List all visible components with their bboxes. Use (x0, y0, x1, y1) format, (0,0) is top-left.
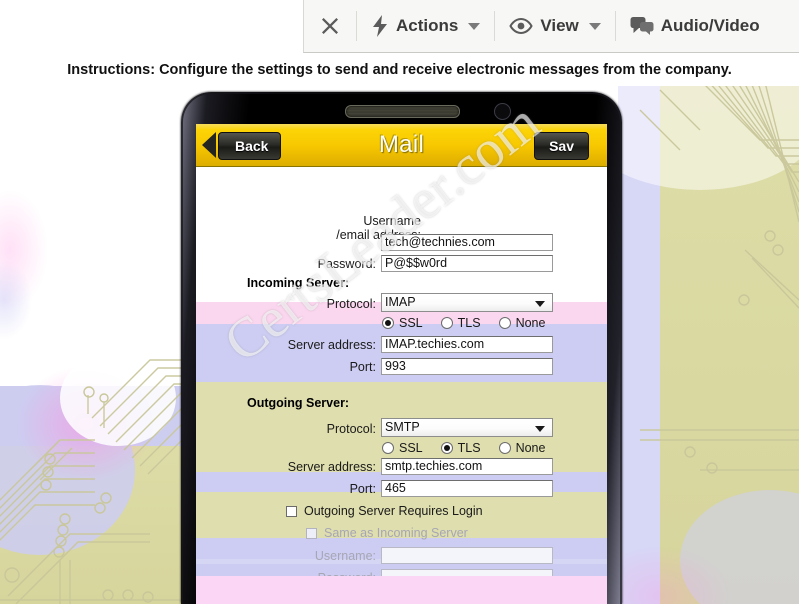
username-label-line1: Username (363, 214, 421, 228)
checkbox-icon (286, 505, 297, 517)
radio-dot-icon (498, 442, 511, 454)
radio-dot-icon (440, 442, 453, 454)
eye-icon (509, 17, 533, 35)
phone-screen: Back Mail Sav Username /email address: t… (196, 124, 607, 604)
incoming-protocol-label: Protocol: (326, 297, 376, 311)
outgoing-server-heading: Outgoing Server: (247, 396, 350, 410)
save-button[interactable]: Sav (534, 132, 589, 160)
outgoing-security-none-label: None (515, 441, 546, 455)
audio-video-label: Audio/Video (660, 16, 760, 35)
radio-dot-icon (440, 317, 453, 329)
incoming-security-tls-label: TLS (457, 316, 481, 330)
incoming-server-address-label: Server address: (287, 338, 376, 352)
outgoing-requires-login-label: Outgoing Server Requires Login (304, 504, 483, 518)
front-camera-icon (494, 103, 511, 120)
view-menu-button[interactable]: View (495, 0, 614, 52)
incoming-port-label: Port: (349, 360, 376, 374)
floating-toolbar[interactable]: Actions View Audio/Video (303, 0, 799, 53)
chevron-down-icon (535, 301, 545, 307)
save-button-label: Sav (549, 138, 574, 154)
username-input[interactable]: tech@technies.com (381, 234, 553, 251)
outgoing-port-input[interactable]: 465 (381, 480, 553, 497)
outgoing-protocol-value: SMTP (385, 420, 420, 434)
audio-video-button[interactable]: Audio/Video (616, 0, 774, 52)
incoming-security-ssl[interactable]: SSL (382, 316, 423, 330)
outgoing-protocol-select[interactable]: SMTP (381, 418, 553, 437)
outgoing-security-ssl-label: SSL (399, 441, 423, 455)
incoming-server-heading: Incoming Server: (247, 276, 350, 290)
phone-title-bar: Back Mail Sav (196, 124, 607, 167)
outgoing-security-ssl[interactable]: SSL (382, 441, 423, 455)
incoming-security-ssl-label: SSL (399, 316, 423, 330)
chat-bubbles-icon (630, 16, 654, 36)
earpiece-speaker-icon (345, 105, 460, 118)
radio-dot-icon (382, 442, 394, 454)
outgoing-server-address-input[interactable]: smtp.techies.com (381, 458, 553, 475)
phone-mockup: Back Mail Sav Username /email address: t… (181, 92, 622, 604)
radio-dot-icon (382, 317, 394, 329)
incoming-security-none[interactable]: None (498, 316, 546, 330)
checkbox-icon (306, 527, 317, 539)
same-as-incoming-checkbox[interactable]: Same as Incoming Server (306, 526, 468, 540)
outgoing-requires-login-checkbox[interactable]: Outgoing Server Requires Login (286, 504, 483, 518)
band-pink-bottom (196, 576, 607, 604)
radio-dot-icon (498, 317, 511, 329)
same-as-incoming-label: Same as Incoming Server (324, 526, 468, 540)
incoming-security-tls[interactable]: TLS (440, 316, 481, 330)
outgoing-server-address-label: Server address: (287, 460, 376, 474)
lightning-bolt-icon (371, 15, 389, 37)
outgoing-security-radio-group: SSL TLS None (382, 441, 563, 455)
incoming-protocol-value: IMAP (385, 295, 416, 309)
incoming-security-radio-group: SSL TLS None (382, 316, 563, 330)
instructions-text: Instructions: Configure the settings to … (67, 62, 732, 78)
incoming-security-none-label: None (515, 316, 546, 330)
password-label: Password: (317, 257, 376, 271)
actions-menu-button[interactable]: Actions (357, 0, 494, 52)
close-button[interactable] (304, 0, 356, 52)
incoming-protocol-select[interactable]: IMAP (381, 293, 553, 312)
incoming-port-input[interactable]: 993 (381, 358, 553, 375)
outgoing-security-tls-label: TLS (457, 441, 481, 455)
outgoing-port-label: Port: (349, 482, 376, 496)
chevron-down-icon (588, 22, 601, 30)
incoming-server-address-input[interactable]: IMAP.techies.com (381, 336, 553, 353)
actions-menu-label: Actions (396, 16, 459, 35)
auth-username-label: Username: (314, 549, 376, 563)
outgoing-protocol-label: Protocol: (326, 422, 376, 436)
outgoing-security-tls[interactable]: TLS (440, 441, 481, 455)
outgoing-security-none[interactable]: None (498, 441, 546, 455)
password-input[interactable]: P@$$w0rd (381, 255, 553, 272)
chevron-down-icon (468, 22, 481, 30)
auth-username-input[interactable] (381, 547, 553, 564)
view-menu-label: View (540, 16, 579, 35)
chevron-down-icon (535, 426, 545, 432)
close-x-icon (318, 14, 342, 38)
